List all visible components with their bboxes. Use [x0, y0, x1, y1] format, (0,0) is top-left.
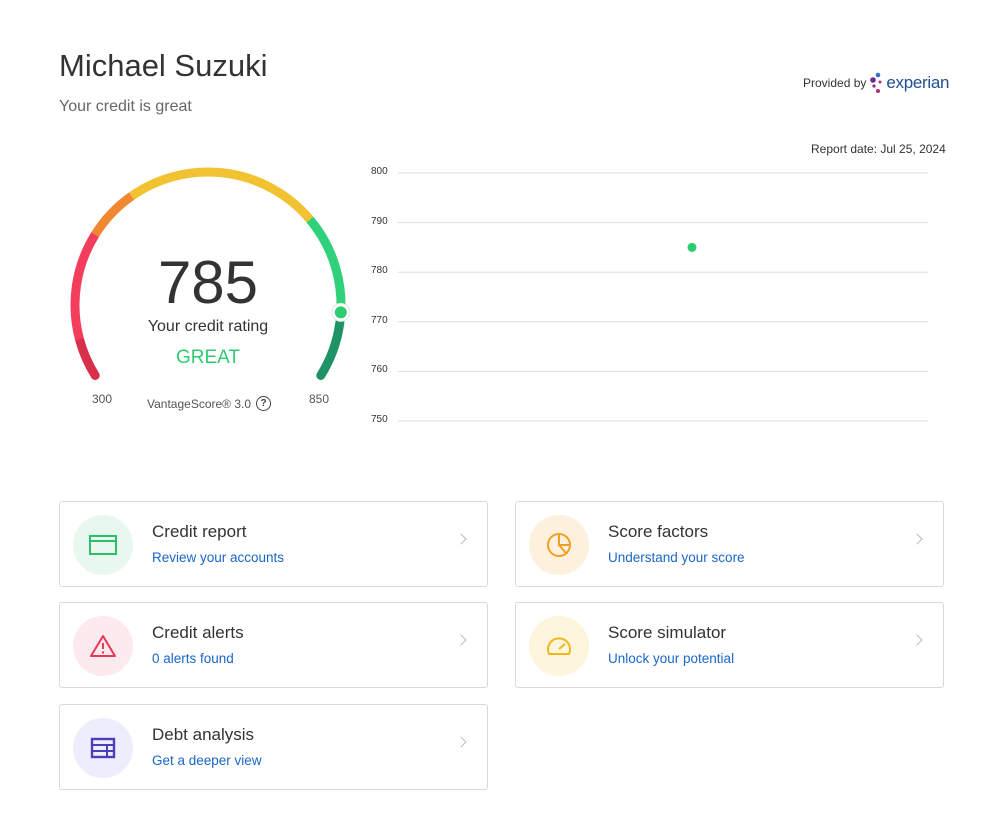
card-credit-report[interactable]: Credit report Review your accounts: [59, 501, 488, 587]
card-score-simulator[interactable]: Score simulator Unlock your potential: [515, 602, 944, 688]
score-point[interactable]: [687, 242, 697, 252]
card-link[interactable]: Unlock your potential: [608, 651, 734, 666]
credit-score: 785: [157, 249, 259, 316]
card-title: Debt analysis: [152, 725, 255, 744]
score-model: VantageScore® 3.0 ?: [147, 396, 272, 411]
gauge-segment: [129, 167, 314, 223]
gauge-segment: [70, 232, 100, 341]
y-tick-label: 780: [371, 265, 388, 277]
y-tick-label: 770: [371, 314, 388, 326]
question-circle-icon[interactable]: ?: [256, 396, 272, 411]
chevron-right-icon: [455, 634, 467, 646]
card-title: Score factors: [608, 522, 709, 541]
card-credit-alerts[interactable]: Credit alerts 0 alerts found: [59, 602, 488, 688]
card-link[interactable]: Review your accounts: [152, 550, 284, 565]
warning-icon: [73, 616, 133, 676]
gauge-min: 300: [92, 392, 113, 406]
table-icon: [73, 718, 133, 778]
credit-score-gauge: [70, 167, 928, 422]
chevron-right-icon: [455, 533, 467, 545]
card-debt-analysis[interactable]: Debt analysis Get a deeper view: [59, 704, 488, 790]
gauge-segment: [91, 192, 135, 237]
chevron-right-icon: [911, 634, 923, 646]
score-model-label: VantageScore® 3.0: [147, 396, 252, 411]
card-score-factors[interactable]: Score factors Understand your score: [515, 501, 944, 587]
y-tick-label: 750: [371, 414, 388, 425]
card-link[interactable]: 0 alerts found: [152, 651, 234, 666]
card-link[interactable]: Understand your score: [608, 550, 745, 565]
gauge-segment: [75, 334, 100, 380]
gauge-marker: [334, 306, 347, 319]
card-title: Credit alerts: [152, 623, 244, 642]
y-tick-label: 760: [371, 364, 388, 376]
credit-card-icon: [73, 515, 133, 575]
y-tick-label: 800: [371, 166, 388, 177]
chevron-right-icon: [455, 736, 467, 748]
rating-value: GREAT: [175, 347, 241, 368]
y-tick-label: 790: [371, 215, 388, 227]
card-title: Credit report: [152, 522, 247, 541]
rating-label: Your credit rating: [147, 318, 269, 335]
card-link[interactable]: Get a deeper view: [152, 753, 262, 768]
pie-chart-icon: [529, 515, 589, 575]
gauge-segment: [316, 319, 345, 380]
chevron-right-icon: [911, 533, 923, 545]
gauge-max: 850: [309, 392, 330, 406]
card-title: Score simulator: [608, 623, 727, 642]
speedometer-icon: [529, 616, 589, 676]
